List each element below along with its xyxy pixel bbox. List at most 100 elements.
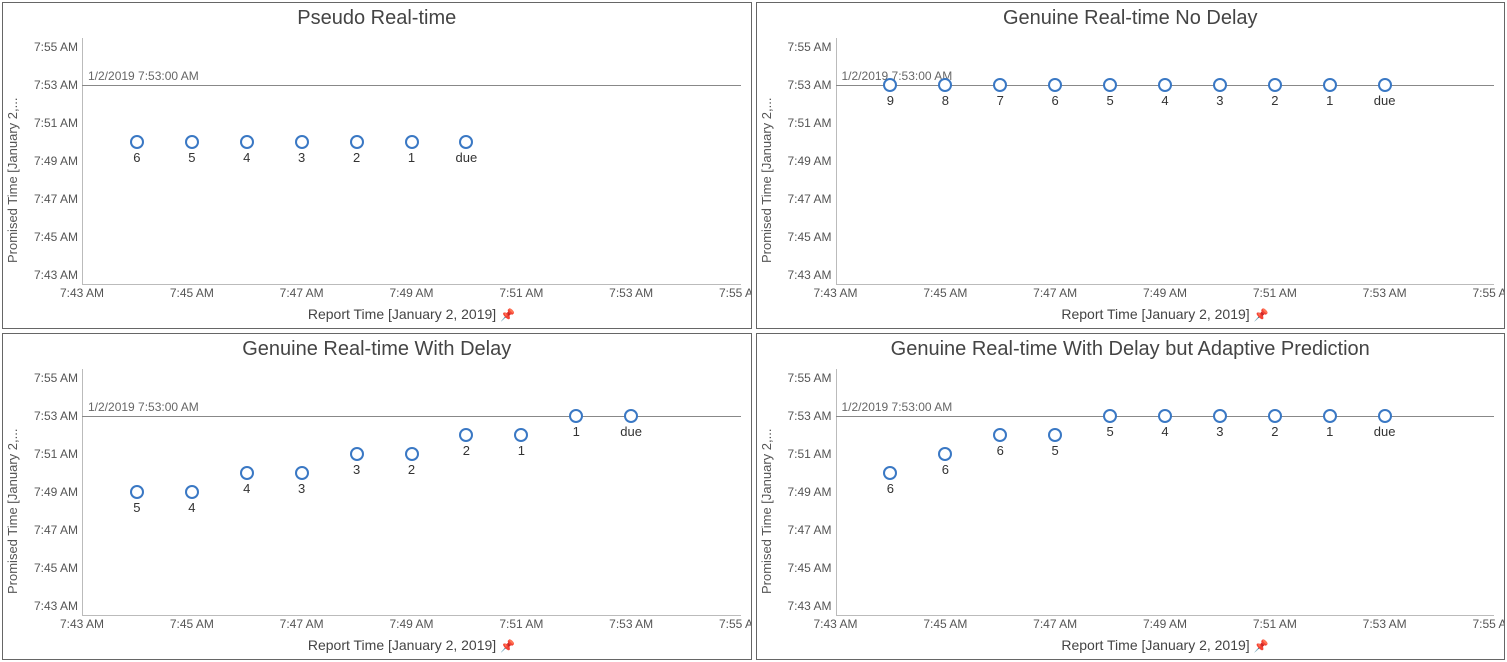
- data-point: [1378, 409, 1392, 423]
- y-tick-label: 7:43 AM: [776, 599, 836, 613]
- data-point-label: 4: [1161, 424, 1168, 439]
- x-tick-label: 7:55 AM: [719, 617, 752, 631]
- data-point-label: 3: [1216, 424, 1223, 439]
- y-tick-label: 7:53 AM: [22, 78, 82, 92]
- y-tick-label: 7:43 AM: [776, 268, 836, 282]
- x-tick-label: 7:43 AM: [60, 286, 104, 300]
- y-tick-label: 7:45 AM: [22, 230, 82, 244]
- data-point-label: due: [1374, 424, 1396, 439]
- plot-column: 7:43 AM 7:45 AM 7:47 AM 7:49 AM 7:51 AM 7:53 …: [776, 32, 1505, 328]
- data-point-label: 4: [243, 150, 250, 165]
- x-axis-label-text: Report Time [January 2, 2019]: [1061, 306, 1249, 322]
- plot-wrap: Promised Time [January 2,...7:43 AM7:45 …: [3, 363, 751, 659]
- x-axis-line: [82, 284, 741, 285]
- x-axis: 7:43 AM7:45 AM7:47 AM7:49 AM7:51 AM7:53 …: [776, 286, 1505, 328]
- y-tick-label: 7:49 AM: [776, 154, 836, 168]
- y-axis-label: Promised Time [January 2,...: [3, 32, 22, 328]
- x-axis: 7:43 AM7:45 AM7:47 AM7:49 AM7:51 AM7:53 …: [22, 286, 751, 328]
- y-tick-label: 7:43 AM: [22, 268, 82, 282]
- chart-title: Genuine Real-time With Delay but Adaptiv…: [757, 334, 1505, 363]
- data-point: [624, 409, 638, 423]
- y-tick-label: 7:55 AM: [776, 371, 836, 385]
- data-point: [1268, 409, 1282, 423]
- data-point-label: 6: [1052, 93, 1059, 108]
- chart-panel-3: Genuine Real-time With Delay but Adaptiv…: [756, 333, 1506, 660]
- x-tick-label: 7:45 AM: [923, 617, 967, 631]
- pin-icon: 📌: [500, 308, 515, 322]
- data-point-label: 1: [408, 150, 415, 165]
- x-axis-line: [836, 284, 1495, 285]
- pin-icon: 📌: [500, 639, 515, 653]
- reference-line: [82, 85, 741, 86]
- x-tick-label: 7:49 AM: [389, 286, 433, 300]
- y-axis-label: Promised Time [January 2,...: [757, 32, 776, 328]
- data-point-label: 2: [463, 443, 470, 458]
- data-point-label: 5: [1106, 424, 1113, 439]
- x-tick-label: 7:53 AM: [609, 286, 653, 300]
- data-point: [569, 409, 583, 423]
- data-point: [993, 78, 1007, 92]
- data-point-label: 2: [1271, 93, 1278, 108]
- y-tick-label: 7:53 AM: [776, 78, 836, 92]
- data-point-label: 3: [298, 150, 305, 165]
- data-point-label: 7: [997, 93, 1004, 108]
- x-tick-label: 7:45 AM: [170, 617, 214, 631]
- y-tick-label: 7:55 AM: [776, 40, 836, 54]
- pin-icon: 📌: [1254, 308, 1269, 322]
- data-point-label: 3: [1216, 93, 1223, 108]
- data-point-label: 6: [942, 462, 949, 477]
- data-point: [240, 466, 254, 480]
- data-point: [1378, 78, 1392, 92]
- data-point: [514, 428, 528, 442]
- y-tick-label: 7:49 AM: [22, 154, 82, 168]
- data-point: [1103, 78, 1117, 92]
- chart-title: Pseudo Real-time: [3, 3, 751, 32]
- x-tick-label: 7:47 AM: [280, 286, 324, 300]
- data-point: [1158, 78, 1172, 92]
- data-point: [938, 447, 952, 461]
- x-axis-line: [836, 615, 1495, 616]
- data-point-label: 4: [188, 500, 195, 515]
- x-axis-line: [82, 615, 741, 616]
- x-tick-label: 7:53 AM: [1363, 617, 1407, 631]
- data-point-label: due: [620, 424, 642, 439]
- y-axis-label: Promised Time [January 2,...: [757, 363, 776, 659]
- x-tick-label: 7:55 AM: [719, 286, 752, 300]
- y-tick-label: 7:51 AM: [776, 116, 836, 130]
- data-point: [459, 428, 473, 442]
- plot-area: 7:43 AM7:45 AM7:47 AM7:49 AM7:51 AM7:53 …: [776, 32, 1505, 286]
- y-tick-label: 7:53 AM: [776, 409, 836, 423]
- y-tick-label: 7:55 AM: [22, 40, 82, 54]
- y-tick-label: 7:47 AM: [22, 192, 82, 206]
- x-tick-label: 7:51 AM: [1253, 617, 1297, 631]
- data-point: [350, 447, 364, 461]
- data-point: [1213, 409, 1227, 423]
- x-tick-label: 7:47 AM: [1033, 286, 1077, 300]
- pin-icon: 📌: [1254, 639, 1269, 653]
- data-point-label: 1: [518, 443, 525, 458]
- y-tick-label: 7:47 AM: [22, 523, 82, 537]
- y-tick-label: 7:49 AM: [22, 485, 82, 499]
- data-point: [1213, 78, 1227, 92]
- x-tick-label: 7:51 AM: [499, 617, 543, 631]
- x-tick-label: 7:43 AM: [60, 617, 104, 631]
- data-point-label: due: [1374, 93, 1396, 108]
- x-axis-label: Report Time [January 2, 2019]📌: [308, 637, 515, 653]
- data-point: [1323, 409, 1337, 423]
- data-point: [350, 135, 364, 149]
- data-point: [240, 135, 254, 149]
- data-point-label: 1: [1326, 93, 1333, 108]
- data-point: [1048, 428, 1062, 442]
- plot-column: 7:43 AM7:45 AM7:47 AM7:49 AM7:51 AM7:53 …: [22, 363, 751, 659]
- x-tick-label: 7:55 AM: [1472, 617, 1505, 631]
- x-tick-label: 7:45 AM: [923, 286, 967, 300]
- data-point-label: 5: [1052, 443, 1059, 458]
- chart-panel-1: Genuine Real-time No DelayPromised Time …: [756, 2, 1506, 329]
- plot-wrap: Promised Time [January 2,...7:43 AM 7:45 …: [757, 32, 1505, 328]
- plot-area: 7:43 AM7:45 AM7:47 AM7:49 AM7:51 AM7:53 …: [22, 363, 751, 617]
- y-tick-label: 7:47 AM: [776, 523, 836, 537]
- x-tick-label: 7:43 AM: [813, 617, 857, 631]
- reference-label: 1/2/2019 7:53:00 AM: [88, 69, 199, 85]
- y-axis-line: [82, 369, 83, 615]
- x-axis-label-text: Report Time [January 2, 2019]: [1061, 637, 1249, 653]
